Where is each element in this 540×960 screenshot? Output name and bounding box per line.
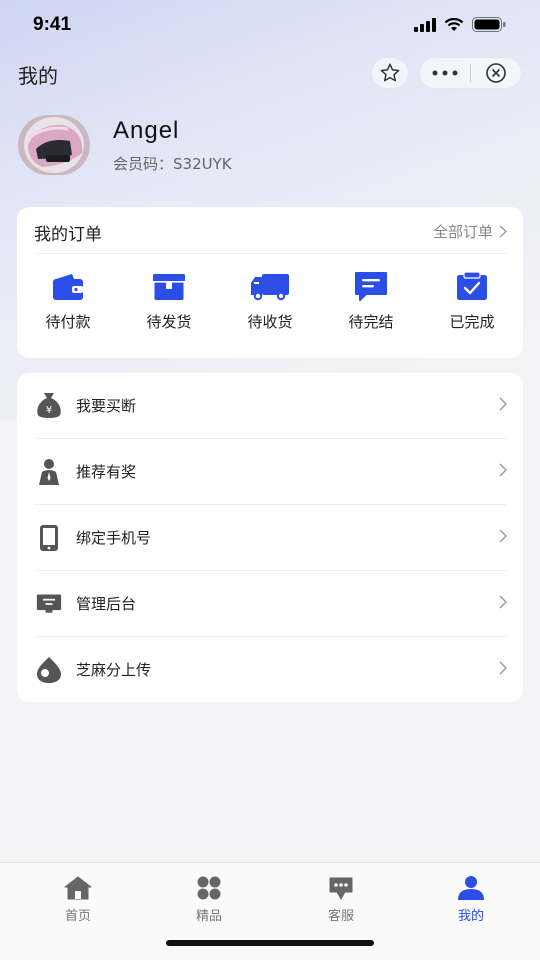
message-icon	[355, 272, 387, 301]
order-pending-completion-label: 待完结	[348, 313, 394, 331]
tab-mine-label: 我的	[457, 909, 484, 924]
battery-icon	[472, 17, 506, 32]
order-pending-receipt[interactable]: 待收货	[230, 267, 310, 337]
menu-item-referral-label: 推荐有奖	[76, 463, 137, 481]
home-indicator	[166, 940, 374, 946]
more-dots-icon	[432, 70, 458, 76]
all-orders-label: 全部订单	[432, 223, 493, 241]
phone-icon	[40, 525, 58, 551]
user-icon	[458, 876, 484, 900]
order-pending-completion[interactable]: 待完结	[331, 267, 411, 337]
tab-featured-label: 精品	[195, 909, 222, 924]
chat-icon	[329, 877, 353, 900]
chevron-right-icon	[499, 397, 507, 411]
menu-item-bind-phone[interactable]: 绑定手机号	[17, 505, 523, 571]
menu-item-sesame-upload[interactable]: 芝麻分上传	[17, 637, 523, 703]
status-icons	[414, 17, 506, 32]
star-icon	[380, 63, 400, 82]
more-button[interactable]	[420, 57, 470, 89]
order-pending-payment-label: 待付款	[45, 313, 91, 331]
member-code: 会员码：S32UYK	[113, 155, 232, 173]
miniprogram-capsule	[419, 57, 522, 89]
monitor-icon	[36, 594, 62, 613]
menu-item-buyout-label: 我要买断	[76, 397, 137, 415]
menu-item-sesame-upload-label: 芝麻分上传	[76, 661, 152, 679]
tab-home-label: 首页	[64, 909, 91, 924]
orders-divider	[34, 253, 506, 254]
chevron-right-icon	[499, 463, 507, 477]
order-completed[interactable]: 已完成	[432, 267, 512, 337]
all-orders-link[interactable]: 全部订单	[433, 221, 507, 242]
order-pending-shipment-label: 待发货	[146, 313, 192, 331]
close-circle-icon	[486, 63, 506, 83]
order-completed-label: 已完成	[449, 313, 495, 331]
sesame-icon	[37, 657, 61, 683]
tab-home[interactable]: 首页	[38, 875, 118, 924]
close-miniprogram-button[interactable]	[471, 57, 521, 89]
status-time: 9:41	[33, 14, 72, 35]
menu-item-referral[interactable]: 推荐有奖	[17, 439, 523, 505]
profile-section: Angel 会员码：S32UYK	[18, 115, 518, 177]
tab-mine[interactable]: 我的	[431, 875, 511, 924]
money-bag-icon: ¥	[37, 393, 61, 418]
order-status-row: 待付款 待发货 待收货 待完结 已完成	[17, 267, 523, 337]
favorite-button[interactable]	[371, 57, 409, 89]
grid-icon	[197, 876, 221, 900]
menu-item-bind-phone-label: 绑定手机号	[76, 529, 152, 547]
menu-card: ¥ 我要买断 推荐有奖 绑定手机号 管理后台 芝麻分上传	[17, 373, 523, 702]
tab-customer-service-label: 客服	[327, 909, 354, 924]
chevron-right-icon	[499, 595, 507, 609]
clipboard-check-icon	[457, 271, 487, 300]
menu-item-admin-label: 管理后台	[76, 595, 137, 613]
signal-icon	[414, 17, 436, 32]
username: Angel	[113, 117, 180, 144]
order-pending-shipment[interactable]: 待发货	[129, 267, 209, 337]
wifi-icon	[444, 17, 464, 31]
menu-item-admin[interactable]: 管理后台	[17, 571, 523, 637]
avatar[interactable]	[18, 115, 90, 175]
person-icon	[39, 459, 59, 485]
wallet-icon	[53, 274, 83, 300]
tab-featured[interactable]: 精品	[169, 875, 249, 924]
order-pending-payment[interactable]: 待付款	[28, 267, 108, 337]
chevron-right-icon	[499, 225, 507, 238]
order-pending-receipt-label: 待收货	[247, 313, 293, 331]
orders-card: 我的订单 全部订单 待付款 待发货 待收货 待完结 已完成	[17, 207, 523, 358]
tab-customer-service[interactable]: 客服	[301, 875, 381, 924]
status-bar: 9:41	[0, 0, 540, 52]
page-title: 我的	[18, 64, 58, 88]
chevron-right-icon	[499, 661, 507, 675]
home-icon	[64, 876, 92, 900]
orders-title: 我的订单	[34, 225, 102, 245]
truck-icon	[251, 274, 289, 301]
svg-text:¥: ¥	[46, 405, 52, 416]
menu-item-buyout[interactable]: ¥ 我要买断	[17, 373, 523, 439]
chevron-right-icon	[499, 529, 507, 543]
box-icon	[153, 274, 185, 300]
